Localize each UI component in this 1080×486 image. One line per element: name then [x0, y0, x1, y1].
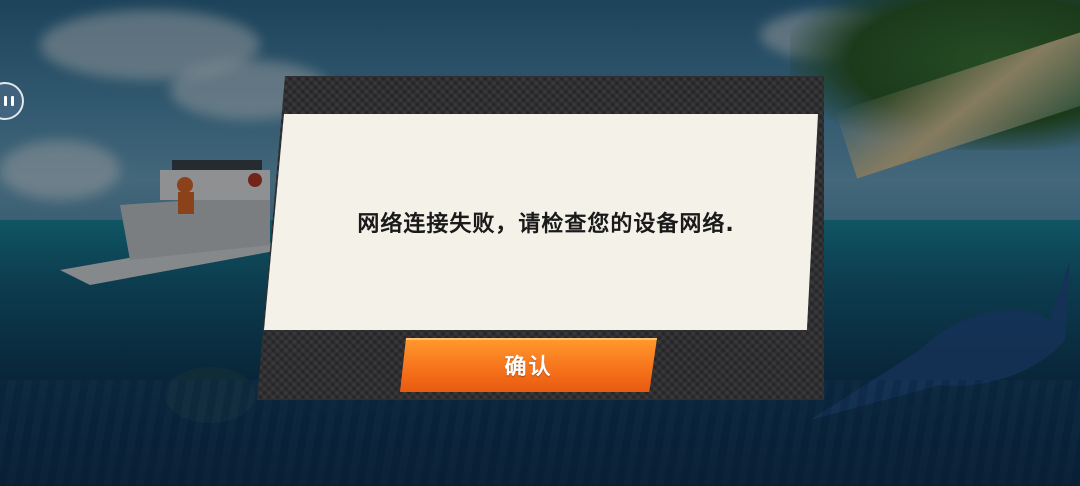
pause-icon-bar — [11, 96, 14, 106]
confirm-button[interactable]: 确认 — [400, 338, 657, 392]
pause-icon — [4, 96, 7, 106]
error-message: 网络连接失败，请检查您的设备网络. — [357, 212, 735, 237]
dialog-body: 网络连接失败，请检查您的设备网络. — [264, 114, 818, 330]
confirm-button-label: 确认 — [504, 355, 553, 380]
network-error-dialog: 网络连接失败，请检查您的设备网络. 确认 — [257, 76, 824, 400]
